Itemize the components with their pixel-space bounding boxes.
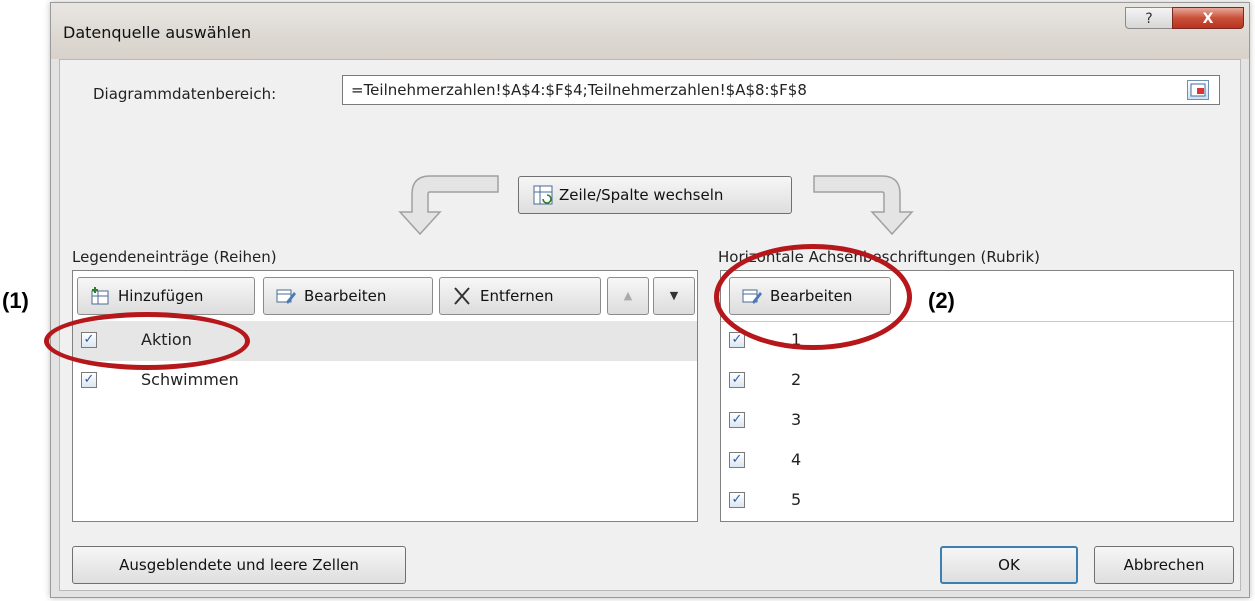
add-series-button[interactable]: Hinzufügen: [77, 277, 255, 315]
legend-item-checkbox[interactable]: ✓: [81, 372, 97, 388]
axis-label-item[interactable]: ✓ 4: [721, 441, 1233, 481]
axis-label-text: 4: [791, 450, 802, 469]
move-down-button[interactable]: ▼: [653, 277, 695, 315]
axis-label-checkbox[interactable]: ✓: [729, 492, 745, 508]
select-data-source-dialog: Datenquelle auswählen ? X Diagrammdatenb…: [50, 2, 1250, 598]
axis-label-checkbox[interactable]: ✓: [729, 412, 745, 428]
axis-label-item[interactable]: ✓ 5: [721, 481, 1233, 521]
edit-table-icon: [276, 289, 296, 304]
dialog-title: Datenquelle auswählen: [63, 23, 252, 42]
help-button[interactable]: ?: [1125, 7, 1173, 29]
axis-label-text: 5: [791, 490, 802, 509]
hidden-empty-cells-button[interactable]: Ausgeblendete und leere Zellen: [72, 546, 406, 584]
move-up-button[interactable]: ▲: [607, 277, 649, 315]
range-picker-icon[interactable]: [1187, 80, 1209, 100]
annotation-ring-2: [714, 244, 912, 350]
legend-entries-header: Legendeneinträge (Reihen): [72, 248, 277, 266]
annotation-2: (2): [928, 288, 955, 313]
axis-label-item[interactable]: ✓ 3: [721, 401, 1233, 441]
axis-label-text: 2: [791, 370, 802, 389]
add-table-icon: [91, 287, 109, 305]
legend-entries-panel: Hinzufügen Bearbeiten Entfernen ▲ ▼ ✓ Ak…: [72, 270, 698, 522]
axis-label-checkbox[interactable]: ✓: [729, 452, 745, 468]
chart-range-label: Diagrammdatenbereich:: [93, 85, 277, 103]
close-button[interactable]: X: [1172, 7, 1244, 29]
edit-series-button[interactable]: Bearbeiten: [263, 277, 433, 315]
edit-series-label: Bearbeiten: [304, 287, 387, 305]
ok-button[interactable]: OK: [940, 546, 1078, 584]
add-series-label: Hinzufügen: [118, 287, 204, 305]
axis-label-checkbox[interactable]: ✓: [729, 372, 745, 388]
right-curved-arrow-icon: [813, 175, 914, 236]
switch-row-column-button[interactable]: Zeile/Spalte wechseln: [518, 176, 792, 214]
remove-x-icon: [454, 287, 470, 305]
left-curved-arrow-icon: [398, 175, 499, 236]
switch-row-column-label: Zeile/Spalte wechseln: [559, 186, 724, 204]
axis-label-item[interactable]: ✓ 2: [721, 361, 1233, 401]
switch-row-column-icon: [533, 185, 553, 205]
axis-label-text: 3: [791, 410, 802, 429]
annotation-1: (1): [2, 288, 29, 313]
legend-item-label: Schwimmen: [141, 370, 239, 389]
title-bar: Datenquelle auswählen ? X: [51, 3, 1249, 59]
chart-range-input[interactable]: =Teilnehmerzahlen!$A$4:$F$4;Teilnehmerza…: [342, 75, 1220, 105]
dialog-body: Diagrammdatenbereich: =Teilnehmerzahlen!…: [59, 59, 1241, 591]
cancel-button[interactable]: Abbrechen: [1094, 546, 1234, 584]
remove-series-button[interactable]: Entfernen: [439, 277, 601, 315]
annotation-ring-1: [44, 312, 250, 370]
remove-series-label: Entfernen: [480, 287, 554, 305]
